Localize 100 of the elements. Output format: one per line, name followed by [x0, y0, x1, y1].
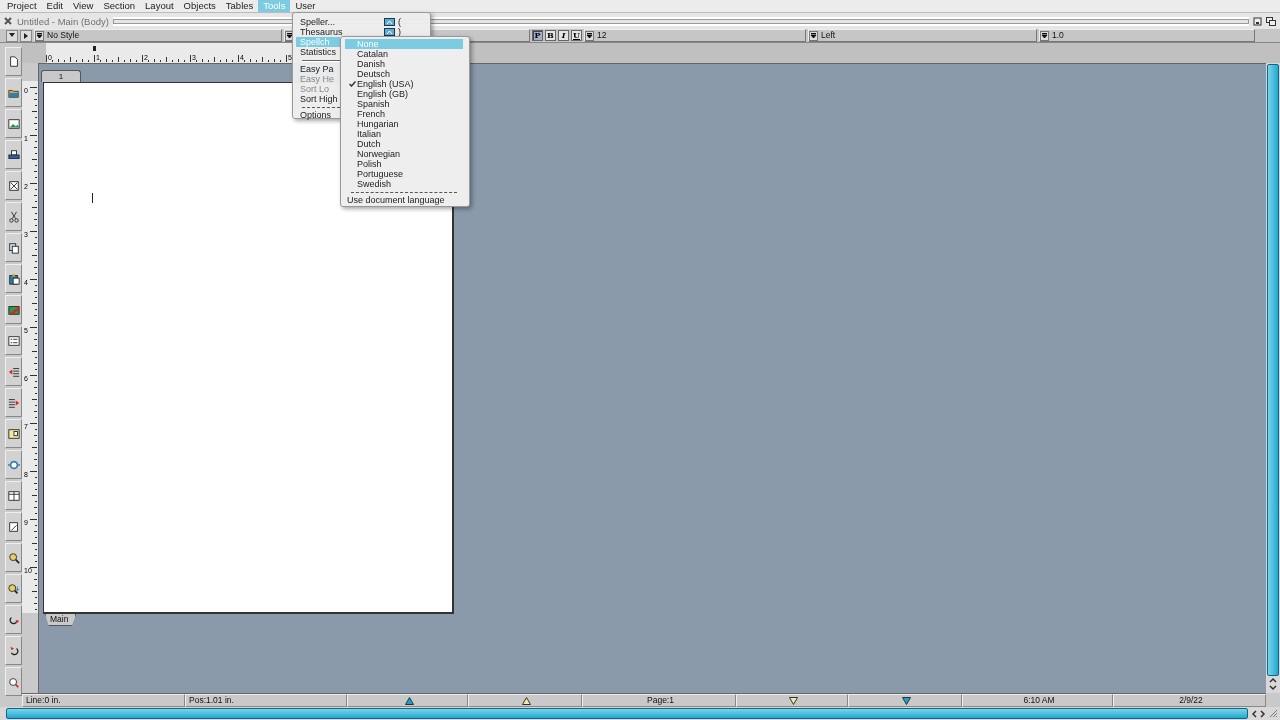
menu-item[interactable]: Edit [41, 0, 68, 12]
table-icon[interactable] [5, 481, 22, 510]
tab-marker-icon[interactable] [93, 46, 96, 51]
triangle-down-icon[interactable] [789, 696, 798, 705]
language-label: English (USA) [357, 79, 414, 89]
line-status: Line:0 in. [22, 694, 185, 707]
line-spacing-dropdown[interactable]: 1.0 [1039, 29, 1255, 42]
zoom-reset-icon[interactable] [5, 667, 22, 696]
menu-item[interactable]: Use document language [345, 195, 463, 205]
dropdown-arrow-icon[interactable] [35, 30, 44, 41]
language-label: Spanish [357, 99, 390, 109]
language-label: French [357, 109, 385, 119]
menu-item[interactable]: Section [98, 0, 141, 12]
style-dropdown[interactable]: No Style [34, 29, 282, 42]
menu-item[interactable]: Dutch [345, 139, 463, 149]
new-document-icon[interactable] [5, 47, 22, 76]
menu-item[interactable]: Project [2, 0, 42, 12]
menu-item[interactable]: Statistics [296, 47, 340, 57]
alignment-dropdown[interactable]: Left [808, 29, 1037, 42]
color-icon[interactable] [5, 295, 22, 324]
menu-item[interactable]: Sort High [296, 94, 340, 104]
list-icon[interactable] [5, 326, 22, 355]
scroll-left-icon[interactable] [1251, 709, 1257, 718]
close-icon[interactable] [4, 17, 13, 25]
scrollbar-thumb[interactable] [6, 708, 1248, 719]
language-label: Catalan [357, 49, 389, 59]
indent-icon[interactable] [5, 388, 22, 417]
text-style-button[interactable]: U [571, 30, 582, 41]
redo-icon[interactable] [5, 605, 22, 634]
copy-icon[interactable] [5, 233, 22, 262]
window-title: Untitled - Main (Body) [17, 15, 109, 27]
paste-icon[interactable] [5, 264, 22, 293]
menu-item[interactable]: Danish [345, 59, 463, 69]
menu-item[interactable]: User [290, 0, 321, 12]
language-label: Hungarian [357, 119, 399, 129]
menu-item[interactable]: Swedish [345, 179, 463, 189]
dropdown-arrow-icon[interactable] [809, 30, 818, 41]
menu-item[interactable]: Speller... ( [296, 17, 427, 27]
language-label: Danish [357, 59, 385, 69]
language-label: Dutch [357, 139, 381, 149]
menu-item[interactable]: English (GB) [345, 89, 463, 99]
language-label: Deutsch [357, 69, 391, 79]
folder-icon[interactable] [5, 78, 22, 107]
undo-icon[interactable] [5, 636, 22, 665]
triangle-up-icon[interactable] [404, 696, 414, 705]
menu-item[interactable]: French [345, 109, 463, 119]
scroll-down-icon[interactable] [1269, 685, 1277, 691]
time-status: 6:10 AM [962, 694, 1113, 707]
language-label: Polish [357, 159, 382, 169]
resize-grip-icon[interactable] [1269, 709, 1278, 718]
font-size-dropdown[interactable]: 12 [584, 29, 806, 42]
frame-icon[interactable] [5, 419, 22, 448]
shortcut-key-icon [384, 18, 395, 26]
menu-item[interactable]: Deutsch [345, 69, 463, 79]
section-tab[interactable]: Main [45, 614, 77, 626]
outdent-icon[interactable] [5, 357, 22, 386]
shortcut-label: ( [398, 17, 401, 27]
menu-item[interactable]: Italian [345, 129, 463, 139]
language-label: English (GB) [357, 89, 409, 99]
language-label: None [357, 39, 379, 49]
scissors-icon[interactable] [5, 202, 22, 231]
menu-item[interactable]: Objects [178, 0, 221, 12]
menu-item[interactable]: Catalan [345, 49, 463, 59]
document-page[interactable] [43, 82, 454, 614]
triangle-down-icon[interactable] [902, 696, 911, 705]
language-label: Italian [357, 129, 382, 139]
edit-icon[interactable] [5, 512, 22, 541]
dropdown-arrow-icon[interactable] [585, 30, 594, 41]
zoom-in-icon[interactable] [5, 543, 22, 572]
menu-item[interactable]: Polish [345, 159, 463, 169]
menu-item[interactable]: Options [296, 110, 340, 120]
text-style-button[interactable]: B [545, 30, 556, 41]
scroll-up-icon[interactable] [1269, 677, 1277, 683]
page-tab[interactable]: 1 [41, 70, 81, 82]
menu-item[interactable]: Spanish [345, 99, 463, 109]
close-document-icon[interactable] [5, 171, 22, 200]
text-style-button[interactable]: I [558, 30, 569, 41]
scrollbar-thumb[interactable] [1267, 64, 1279, 676]
zoom-out-icon[interactable] [5, 574, 22, 603]
date-status: 2/9/22 [1113, 694, 1266, 707]
menu-item[interactable]: Easy Pa [296, 64, 340, 74]
iconify-icon[interactable] [1253, 16, 1262, 26]
menu-item[interactable]: Tables [220, 0, 259, 12]
triangle-up-icon[interactable] [522, 696, 531, 705]
page-status: Page:1 [582, 694, 736, 707]
dropdown-arrow-icon[interactable] [1040, 30, 1049, 41]
menu-item[interactable]: English (USA) [345, 79, 463, 89]
zoom-icon[interactable] [1266, 16, 1276, 26]
shortcut-key-icon [384, 28, 395, 36]
text-style-button[interactable]: P [532, 30, 543, 41]
printer-icon[interactable] [5, 140, 22, 169]
menu-item[interactable]: Norwegian [345, 149, 463, 159]
menu-item[interactable]: Hungarian [345, 119, 463, 129]
scroll-right-icon[interactable] [1260, 709, 1266, 718]
timer-icon[interactable] [5, 450, 22, 479]
image-icon[interactable] [5, 109, 22, 138]
menu-item[interactable]: Portuguese [345, 169, 463, 179]
menu-item[interactable]: Layout [140, 0, 179, 12]
language-label: Norwegian [357, 149, 401, 159]
menu-item[interactable]: View [67, 0, 99, 12]
